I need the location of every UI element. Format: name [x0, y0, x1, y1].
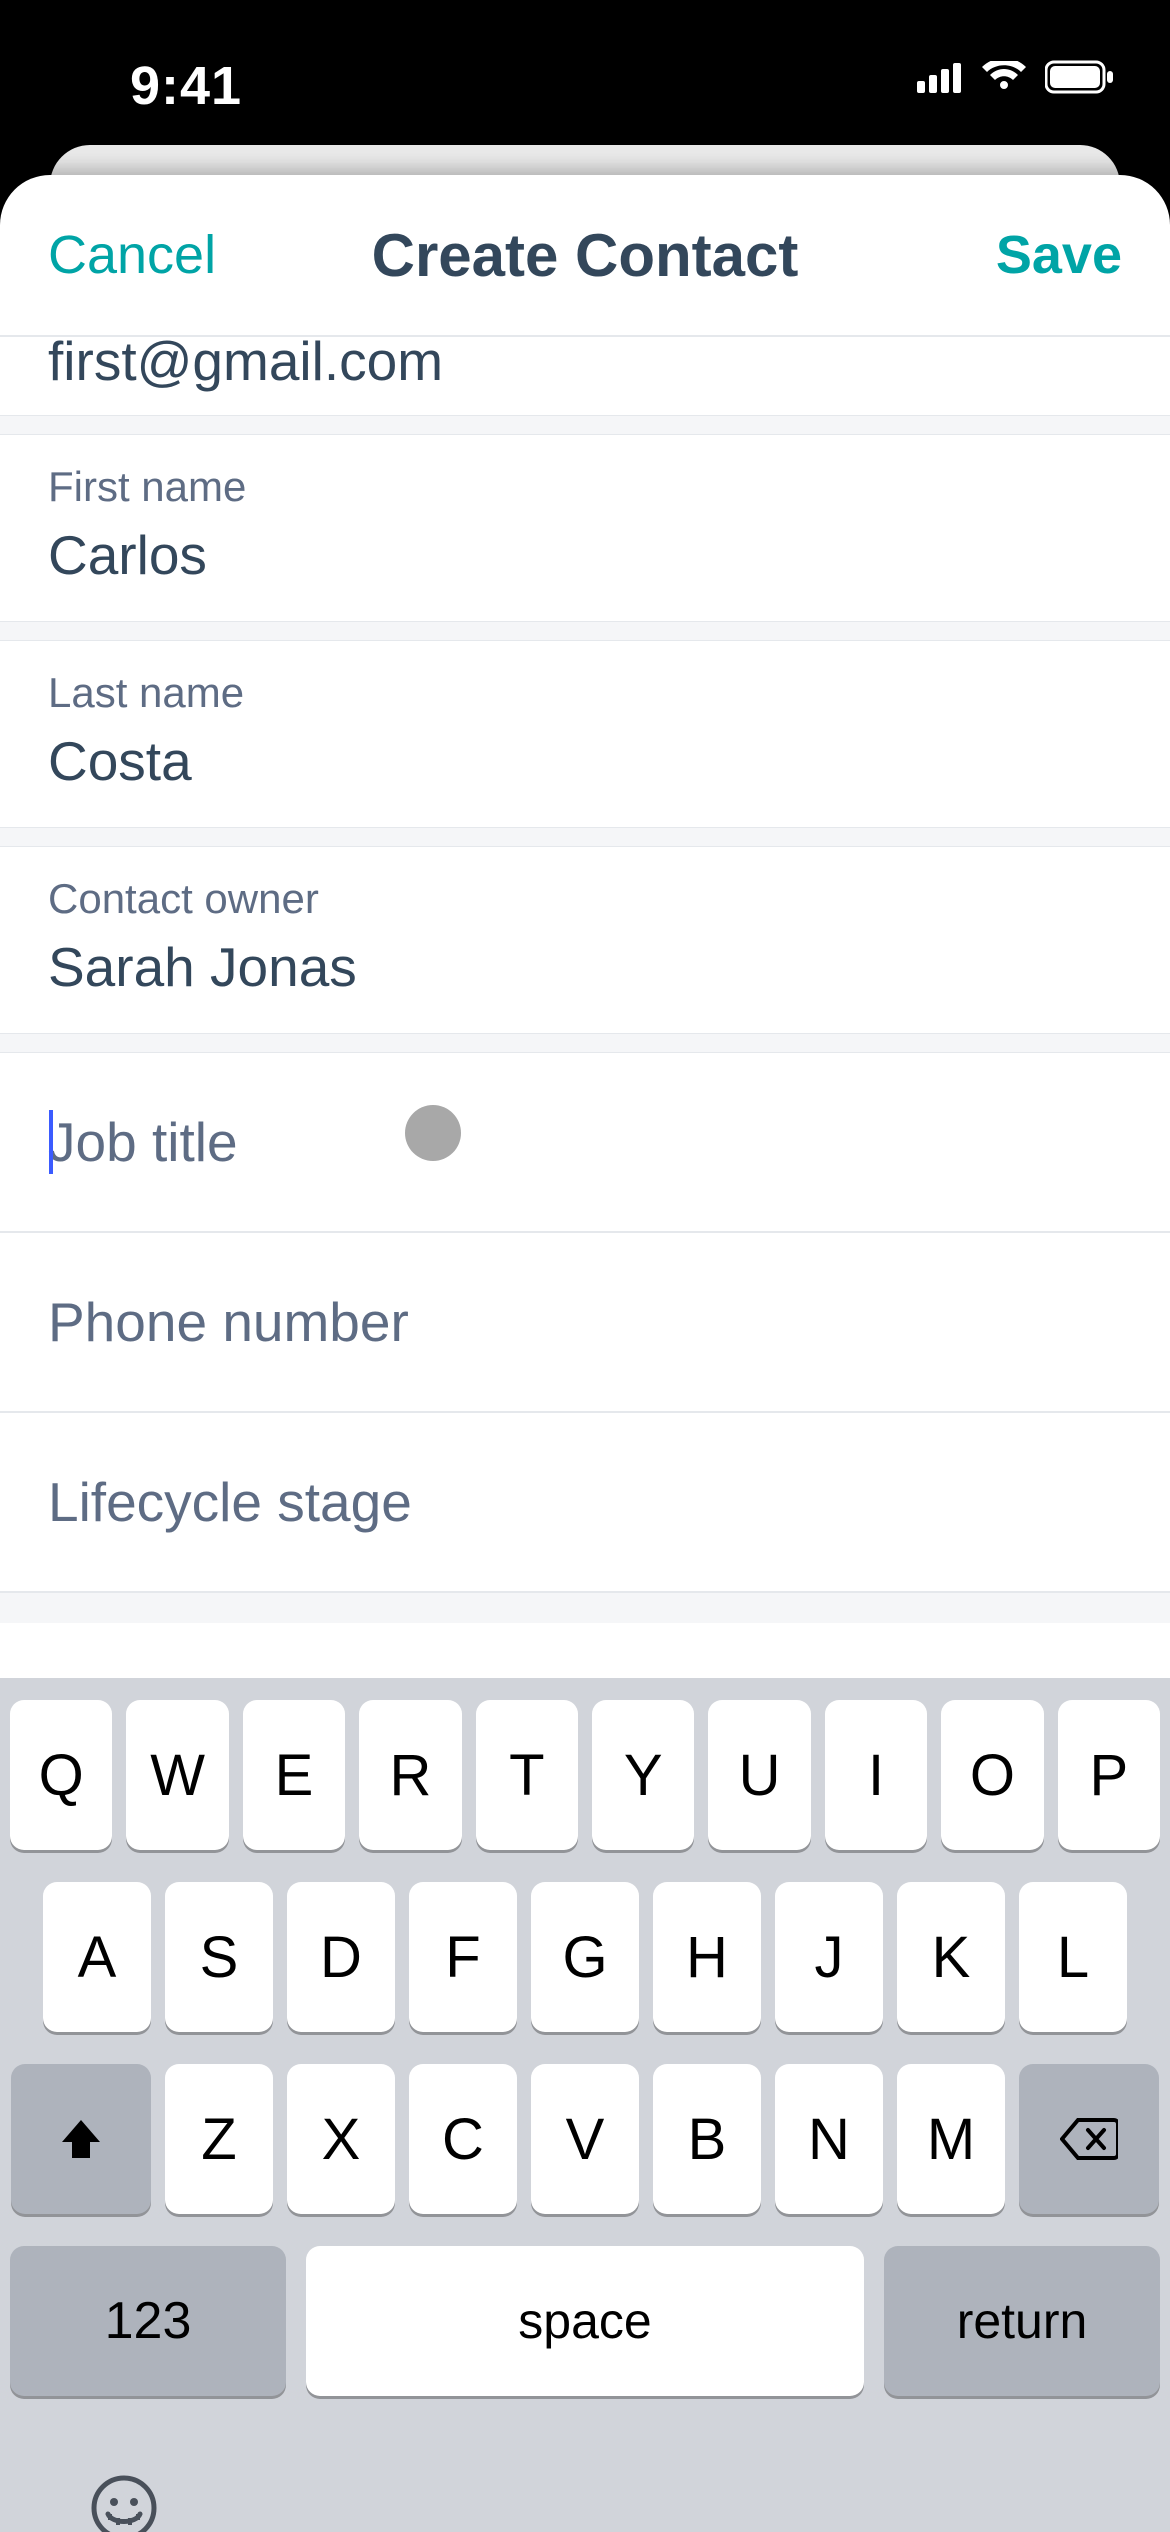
key-k[interactable]: K — [897, 1882, 1005, 2032]
cellular-icon — [917, 61, 963, 93]
key-i[interactable]: I — [825, 1700, 927, 1850]
key-v[interactable]: V — [531, 2064, 639, 2214]
key-j[interactable]: J — [775, 1882, 883, 2032]
backspace-key[interactable] — [1019, 2064, 1159, 2214]
key-z[interactable]: Z — [165, 2064, 273, 2214]
key-e[interactable]: E — [243, 1700, 345, 1850]
first-name-field[interactable]: First name Carlos — [0, 435, 1170, 621]
space-key[interactable]: space — [306, 2246, 864, 2396]
status-bar: 9:41 — [0, 0, 1170, 150]
key-c[interactable]: C — [409, 2064, 517, 2214]
key-p[interactable]: P — [1058, 1700, 1160, 1850]
cancel-button[interactable]: Cancel — [48, 224, 216, 286]
key-x[interactable]: X — [287, 2064, 395, 2214]
last-name-value: Costa — [48, 729, 1122, 793]
key-d[interactable]: D — [287, 1882, 395, 2032]
first-name-value: Carlos — [48, 523, 1122, 587]
key-m[interactable]: M — [897, 2064, 1005, 2214]
job-title-placeholder: Job title — [48, 1110, 238, 1174]
contact-owner-value: Sarah Jonas — [48, 935, 1122, 999]
modal-title: Create Contact — [372, 221, 799, 290]
key-w[interactable]: W — [126, 1700, 228, 1850]
key-h[interactable]: H — [653, 1882, 761, 2032]
key-r[interactable]: R — [359, 1700, 461, 1850]
contact-owner-field[interactable]: Contact owner Sarah Jonas — [0, 847, 1170, 1033]
key-t[interactable]: T — [476, 1700, 578, 1850]
battery-icon — [1045, 60, 1115, 94]
contact-owner-label: Contact owner — [48, 875, 1122, 923]
numbers-key[interactable]: 123 — [10, 2246, 286, 2396]
key-l[interactable]: L — [1019, 1882, 1127, 2032]
key-a[interactable]: A — [43, 1882, 151, 2032]
return-key[interactable]: return — [884, 2246, 1160, 2396]
key-f[interactable]: F — [409, 1882, 517, 2032]
first-name-label: First name — [48, 463, 1122, 511]
lifecycle-stage-field[interactable]: Lifecycle stage — [0, 1413, 1170, 1591]
last-name-field[interactable]: Last name Costa — [0, 641, 1170, 827]
email-field[interactable]: first@gmail.com — [0, 335, 1170, 415]
key-b[interactable]: B — [653, 2064, 761, 2214]
shift-key[interactable] — [11, 2064, 151, 2214]
emoji-key[interactable] — [88, 2472, 160, 2532]
text-cursor — [49, 1110, 53, 1174]
last-name-label: Last name — [48, 669, 1122, 717]
touch-indicator — [405, 1105, 461, 1161]
create-contact-sheet: Cancel Create Contact Save first@gmail.c… — [0, 175, 1170, 2532]
status-time: 9:41 — [130, 55, 242, 117]
wifi-icon — [981, 61, 1027, 93]
key-q[interactable]: Q — [10, 1700, 112, 1850]
email-value: first@gmail.com — [48, 335, 443, 393]
ios-keyboard: QWERTYUIOP ASDFGHJKL ZXCVBNM 123 space r… — [0, 1678, 1170, 2532]
modal-navbar: Cancel Create Contact Save — [0, 175, 1170, 335]
save-button[interactable]: Save — [996, 224, 1122, 286]
key-o[interactable]: O — [941, 1700, 1043, 1850]
phone-placeholder: Phone number — [48, 1290, 409, 1354]
lifecycle-placeholder: Lifecycle stage — [48, 1470, 412, 1534]
key-g[interactable]: G — [531, 1882, 639, 2032]
phone-number-field[interactable]: Phone number — [0, 1233, 1170, 1411]
job-title-field[interactable]: Job title — [0, 1053, 1170, 1231]
key-u[interactable]: U — [708, 1700, 810, 1850]
status-icons — [917, 60, 1115, 94]
key-y[interactable]: Y — [592, 1700, 694, 1850]
key-n[interactable]: N — [775, 2064, 883, 2214]
key-s[interactable]: S — [165, 1882, 273, 2032]
